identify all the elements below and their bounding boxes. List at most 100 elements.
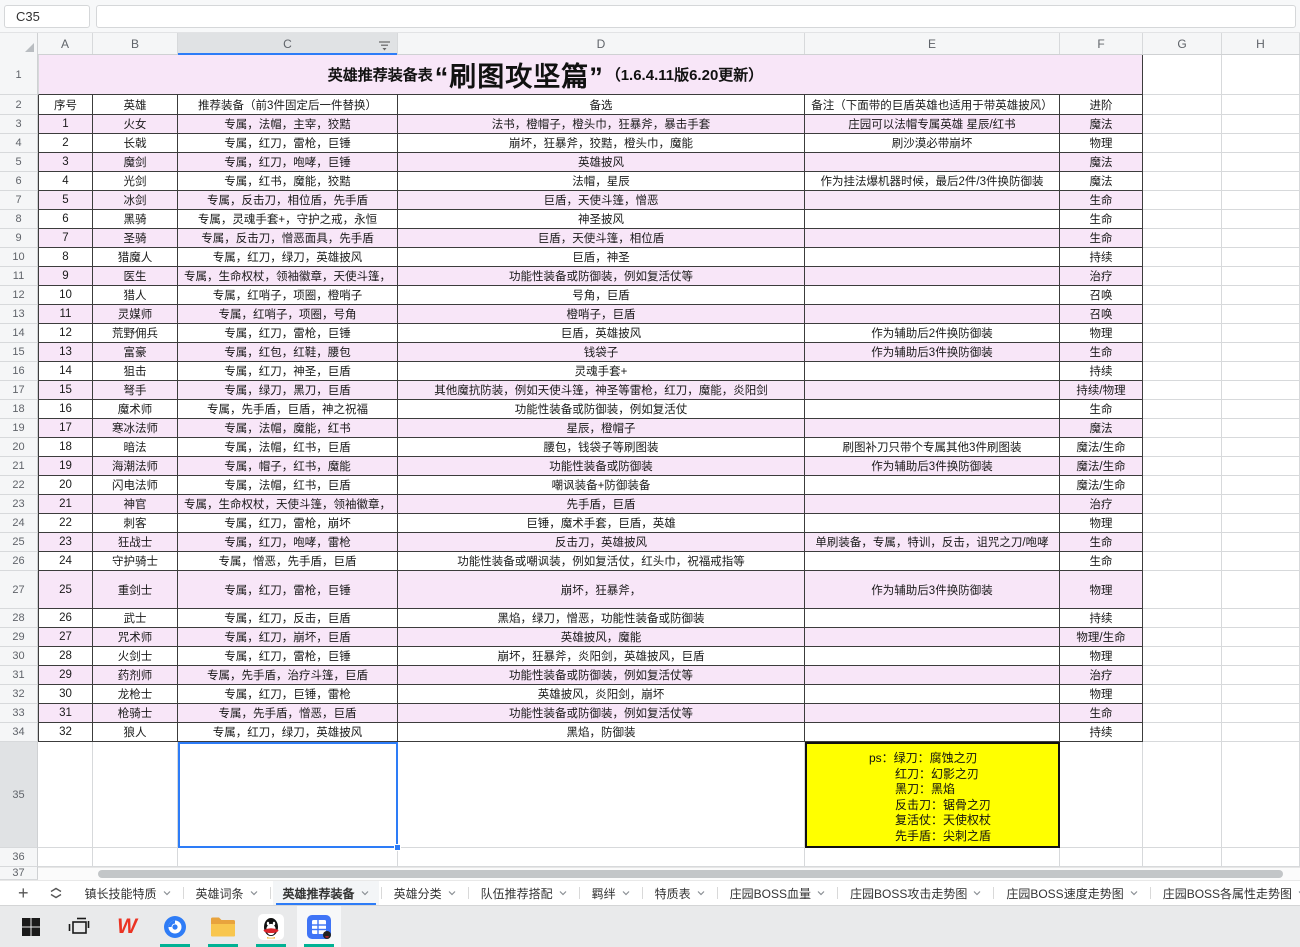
cell-empty[interactable]: [1060, 848, 1143, 867]
cell-empty[interactable]: [1222, 495, 1300, 514]
cell-advance[interactable]: 生命: [1060, 191, 1143, 210]
cell-remark[interactable]: [805, 609, 1060, 628]
cell-empty[interactable]: [1143, 419, 1222, 438]
cell-empty[interactable]: [1143, 305, 1222, 324]
cell-advance[interactable]: 持续: [1060, 723, 1143, 742]
cell-alternatives[interactable]: 功能性装备或防御装: [398, 457, 805, 476]
cell-remark[interactable]: [805, 723, 1060, 742]
cell-advance[interactable]: 魔法/生命: [1060, 476, 1143, 495]
cell-alternatives[interactable]: 巨盾，英雄披风: [398, 324, 805, 343]
column-header-H[interactable]: H: [1222, 33, 1300, 54]
cell-no[interactable]: 1: [38, 115, 93, 134]
cell-no[interactable]: 17: [38, 419, 93, 438]
cell-empty[interactable]: [1222, 571, 1300, 609]
row-header-21[interactable]: 21: [0, 457, 38, 476]
cell-alternatives[interactable]: 黑焰，绿刀，憎恶，功能性装备或防御装: [398, 609, 805, 628]
cell-empty[interactable]: [1222, 438, 1300, 457]
cell-hero[interactable]: 枪骑士: [93, 704, 178, 723]
cell-empty[interactable]: [1222, 476, 1300, 495]
cell-recommended[interactable]: 专属，红刀，绿刀，英雄披风: [178, 723, 398, 742]
cell-empty[interactable]: [1143, 191, 1222, 210]
cell-alternatives[interactable]: 黑焰，防御装: [398, 723, 805, 742]
row-header-27[interactable]: 27: [0, 571, 38, 609]
cell-empty[interactable]: [1143, 723, 1222, 742]
row-header-29[interactable]: 29: [0, 628, 38, 647]
cell-no[interactable]: 3: [38, 153, 93, 172]
file-explorer-icon[interactable]: [201, 906, 245, 947]
cell-empty[interactable]: [398, 848, 805, 867]
cell-recommended[interactable]: 专属，生命权杖，领袖徽章，天使斗篷，: [178, 267, 398, 286]
cell-alternatives[interactable]: 巨盾，天使斗篷，憎恶: [398, 191, 805, 210]
cell-remark[interactable]: [805, 647, 1060, 666]
cell-empty[interactable]: [38, 848, 93, 867]
row-header-20[interactable]: 20: [0, 438, 38, 457]
cell-hero[interactable]: 暗法: [93, 438, 178, 457]
cell-alternatives[interactable]: 灵魂手套+: [398, 362, 805, 381]
row-header-4[interactable]: 4: [0, 134, 38, 153]
cell-empty[interactable]: [1222, 552, 1300, 571]
cell-hero[interactable]: 狼人: [93, 723, 178, 742]
cell-empty[interactable]: [1222, 134, 1300, 153]
task-view-button[interactable]: [57, 906, 101, 947]
sheet-tab-庄园BOSS血量[interactable]: 庄园BOSS血量: [720, 881, 835, 906]
cell-empty[interactable]: [1222, 742, 1300, 848]
cell-empty[interactable]: [1222, 229, 1300, 248]
row-header-34[interactable]: 34: [0, 723, 38, 742]
cell-recommended[interactable]: 专属，灵魂手套+，守护之戒，永恒: [178, 210, 398, 229]
row-header-12[interactable]: 12: [0, 286, 38, 305]
cell-empty[interactable]: [1222, 248, 1300, 267]
cell-recommended[interactable]: 专属，帽子，红书，魔能: [178, 457, 398, 476]
cell-empty[interactable]: [1222, 848, 1300, 867]
cell-empty[interactable]: [1143, 685, 1222, 704]
cell-no[interactable]: 31: [38, 704, 93, 723]
cell-hero[interactable]: 黑骑: [93, 210, 178, 229]
cell-alternatives[interactable]: 巨盾，天使斗篷，相位盾: [398, 229, 805, 248]
cell-empty[interactable]: [1222, 533, 1300, 552]
row-header-19[interactable]: 19: [0, 419, 38, 438]
cell-empty[interactable]: [1143, 704, 1222, 723]
cell-empty[interactable]: [1222, 704, 1300, 723]
cell-empty[interactable]: [1143, 286, 1222, 305]
cell-name-box[interactable]: C35: [4, 5, 90, 28]
cell-remark[interactable]: [805, 305, 1060, 324]
cell-remark[interactable]: [805, 362, 1060, 381]
cell-no[interactable]: 23: [38, 533, 93, 552]
row-header-30[interactable]: 30: [0, 647, 38, 666]
qq-icon[interactable]: [249, 906, 293, 947]
cell-hero[interactable]: 富豪: [93, 343, 178, 362]
wps-spreadsheet-icon[interactable]: [297, 906, 341, 947]
cell-no[interactable]: 21: [38, 495, 93, 514]
cell-empty[interactable]: [1143, 172, 1222, 191]
cell-empty[interactable]: [1143, 381, 1222, 400]
cell-advance[interactable]: 生命: [1060, 704, 1143, 723]
cell-empty[interactable]: [1222, 95, 1300, 115]
row-header-36[interactable]: 36: [0, 848, 38, 867]
cell-advance[interactable]: 召唤: [1060, 286, 1143, 305]
cell-no[interactable]: 25: [38, 571, 93, 609]
cell-recommended[interactable]: 专属，红刀，崩坏，巨盾: [178, 628, 398, 647]
cell-empty[interactable]: [1060, 742, 1143, 848]
cell-empty[interactable]: [1222, 457, 1300, 476]
cell-hero[interactable]: 武士: [93, 609, 178, 628]
cell-empty[interactable]: [1222, 685, 1300, 704]
cell-hero[interactable]: 长戟: [93, 134, 178, 153]
cell-empty[interactable]: [1222, 647, 1300, 666]
cell-empty[interactable]: [1143, 552, 1222, 571]
cell-empty[interactable]: [1143, 647, 1222, 666]
cell-recommended[interactable]: 专属，红刀，雷枪，巨锤: [178, 571, 398, 609]
cell-remark[interactable]: [805, 286, 1060, 305]
cell-remark[interactable]: [805, 552, 1060, 571]
cell-no[interactable]: 14: [38, 362, 93, 381]
cell-remark[interactable]: 刷图补刀只带个专属其他3件刷图装: [805, 438, 1060, 457]
cell-recommended[interactable]: 专属，先手盾，憎恶，巨盾: [178, 704, 398, 723]
cell-advance[interactable]: 生命: [1060, 533, 1143, 552]
cell-recommended[interactable]: 专属，法帽，红书，巨盾: [178, 476, 398, 495]
row-header-1[interactable]: 1: [0, 55, 38, 95]
cell-empty[interactable]: [1143, 324, 1222, 343]
select-all-corner[interactable]: [0, 33, 38, 55]
windows-start-button[interactable]: [9, 906, 53, 947]
cell-hero[interactable]: 猎人: [93, 286, 178, 305]
cell-empty[interactable]: [1143, 742, 1222, 848]
cell-empty[interactable]: [1143, 514, 1222, 533]
row-header-6[interactable]: 6: [0, 172, 38, 191]
